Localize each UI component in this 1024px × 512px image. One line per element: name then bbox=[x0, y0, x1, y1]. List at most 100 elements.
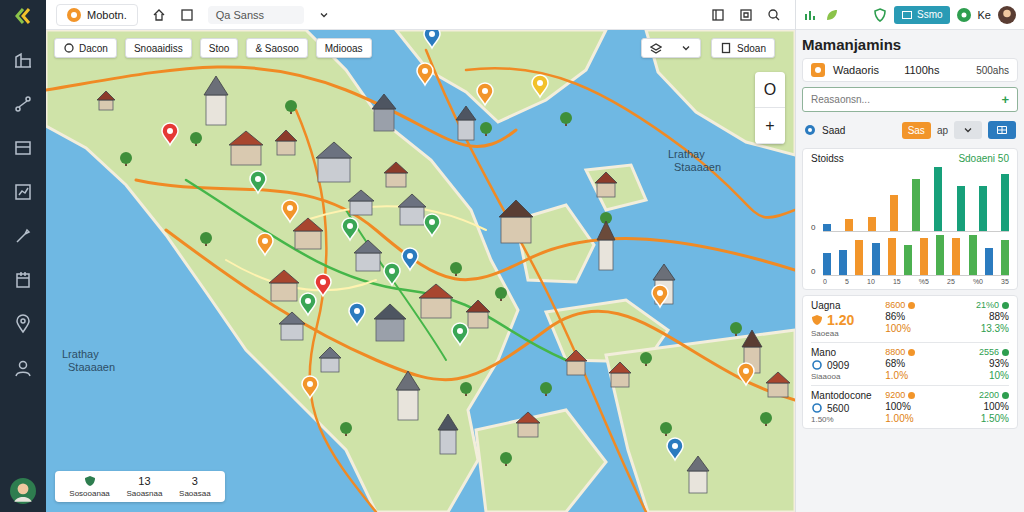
summary-card[interactable]: Wadaoris1100hs500ahs bbox=[802, 58, 1018, 82]
building-icon[interactable] bbox=[456, 106, 476, 140]
orange-button[interactable]: Sas bbox=[902, 122, 931, 139]
building-icon[interactable] bbox=[293, 218, 323, 249]
user-icon[interactable] bbox=[13, 358, 33, 378]
shield-icon[interactable] bbox=[873, 8, 887, 22]
building-icon[interactable] bbox=[275, 130, 297, 155]
bar[interactable] bbox=[1001, 174, 1009, 231]
logo-icon[interactable] bbox=[13, 6, 33, 26]
tools-icon[interactable] bbox=[13, 226, 33, 246]
building-icon[interactable] bbox=[374, 304, 406, 341]
building-icon[interactable] bbox=[609, 362, 631, 387]
stats-row[interactable]: Uagna1.20Saoeaa8600 86%100%21%0 88%13.3% bbox=[811, 296, 1009, 343]
building-icon[interactable] bbox=[384, 162, 408, 187]
map-pin[interactable] bbox=[738, 363, 754, 385]
export-button[interactable]: Sdoan bbox=[711, 38, 775, 58]
map-pin[interactable] bbox=[532, 75, 548, 97]
bar[interactable] bbox=[985, 248, 993, 276]
stats-row[interactable]: Mantodocone56001.50%9200 100%1.00%2200 1… bbox=[811, 386, 1009, 428]
bar[interactable] bbox=[904, 245, 912, 275]
map-pin[interactable] bbox=[402, 248, 418, 270]
layout-icon[interactable] bbox=[711, 8, 725, 22]
bar[interactable] bbox=[934, 167, 942, 231]
building-icon[interactable] bbox=[419, 284, 453, 318]
layers-dropdown[interactable] bbox=[641, 38, 701, 58]
bar[interactable] bbox=[957, 186, 965, 231]
map-pin[interactable] bbox=[667, 438, 683, 460]
building-icon[interactable] bbox=[595, 172, 617, 197]
bar[interactable] bbox=[868, 217, 876, 231]
bar[interactable] bbox=[845, 219, 853, 231]
building-icon[interactable] bbox=[438, 414, 458, 454]
bar[interactable] bbox=[952, 238, 960, 276]
leaf-icon[interactable] bbox=[825, 8, 839, 22]
window-icon[interactable] bbox=[739, 8, 753, 22]
map[interactable]: LrathayStaaaaenLrathayStaaaaenDaconSnoaa… bbox=[46, 30, 795, 512]
map-pin[interactable] bbox=[424, 214, 440, 236]
bar[interactable] bbox=[872, 243, 880, 276]
zoom-button[interactable]: O bbox=[755, 72, 785, 108]
grid-button[interactable] bbox=[988, 121, 1016, 139]
bar[interactable] bbox=[855, 240, 863, 275]
avatar-icon[interactable] bbox=[10, 478, 36, 504]
building-icon[interactable] bbox=[516, 412, 540, 437]
avatar-icon[interactable] bbox=[998, 6, 1016, 24]
user-name[interactable]: Ke bbox=[978, 9, 991, 21]
building-icon[interactable] bbox=[565, 350, 587, 375]
building-icon[interactable] bbox=[396, 371, 420, 420]
filter-chip[interactable]: Stoo bbox=[200, 38, 239, 58]
checkbox-icon[interactable] bbox=[180, 8, 194, 22]
bar[interactable] bbox=[920, 238, 928, 276]
bar[interactable] bbox=[839, 250, 847, 275]
bar[interactable] bbox=[969, 235, 977, 275]
building-icon[interactable] bbox=[279, 312, 305, 340]
building-icon[interactable] bbox=[269, 270, 299, 301]
map-pin[interactable] bbox=[282, 200, 298, 222]
filter-chip[interactable]: Dacon bbox=[54, 38, 117, 58]
building-icon[interactable] bbox=[398, 194, 426, 225]
buildings-icon[interactable] bbox=[13, 50, 33, 70]
map-pin[interactable] bbox=[302, 376, 318, 398]
building-icon[interactable] bbox=[316, 142, 352, 182]
bar[interactable] bbox=[936, 235, 944, 275]
dropdown-button[interactable] bbox=[954, 121, 982, 139]
map-pin[interactable] bbox=[424, 30, 440, 48]
bar[interactable] bbox=[979, 186, 987, 231]
map-pin[interactable] bbox=[342, 218, 358, 240]
zoom-button[interactable]: + bbox=[755, 108, 785, 144]
building-icon[interactable] bbox=[687, 456, 709, 493]
filter-chip[interactable]: & Saosoo bbox=[246, 38, 307, 58]
bar[interactable] bbox=[912, 179, 920, 231]
map-pin[interactable] bbox=[257, 233, 273, 255]
bar[interactable] bbox=[890, 195, 898, 231]
filter-chip[interactable]: Mdiooas bbox=[316, 38, 372, 58]
building-icon[interactable] bbox=[372, 94, 396, 131]
inbox-icon[interactable] bbox=[13, 138, 33, 158]
building-icon[interactable] bbox=[499, 200, 533, 243]
building-icon[interactable] bbox=[229, 131, 263, 165]
search-field[interactable]: Qa Sanss bbox=[208, 6, 304, 24]
map-pin[interactable] bbox=[300, 293, 316, 315]
map-pin[interactable] bbox=[384, 263, 400, 285]
building-icon[interactable] bbox=[766, 372, 790, 397]
map-pin[interactable] bbox=[477, 83, 493, 105]
filter-chip[interactable]: Snoaaidiss bbox=[125, 38, 192, 58]
bar[interactable] bbox=[888, 238, 896, 276]
home-icon[interactable] bbox=[152, 8, 166, 22]
stats-icon[interactable] bbox=[804, 8, 818, 22]
bar[interactable] bbox=[823, 224, 831, 231]
building-icon[interactable] bbox=[466, 300, 490, 328]
map-pin[interactable] bbox=[417, 63, 433, 85]
map-pin[interactable] bbox=[349, 303, 365, 325]
route-icon[interactable] bbox=[13, 94, 33, 114]
building-icon[interactable] bbox=[597, 221, 615, 270]
bar[interactable] bbox=[1001, 240, 1009, 275]
app-tab[interactable]: Mobotn. bbox=[56, 4, 138, 26]
building-icon[interactable] bbox=[348, 190, 374, 215]
stats-row[interactable]: Mano0909Siaaooa8800 68%1.0%2556 93%10% bbox=[811, 343, 1009, 386]
map-pin[interactable] bbox=[250, 171, 266, 193]
chart-icon[interactable] bbox=[13, 182, 33, 202]
pin-icon[interactable] bbox=[13, 314, 33, 334]
map-pin[interactable] bbox=[652, 285, 668, 307]
building-icon[interactable] bbox=[319, 347, 341, 372]
bar[interactable] bbox=[823, 253, 831, 276]
